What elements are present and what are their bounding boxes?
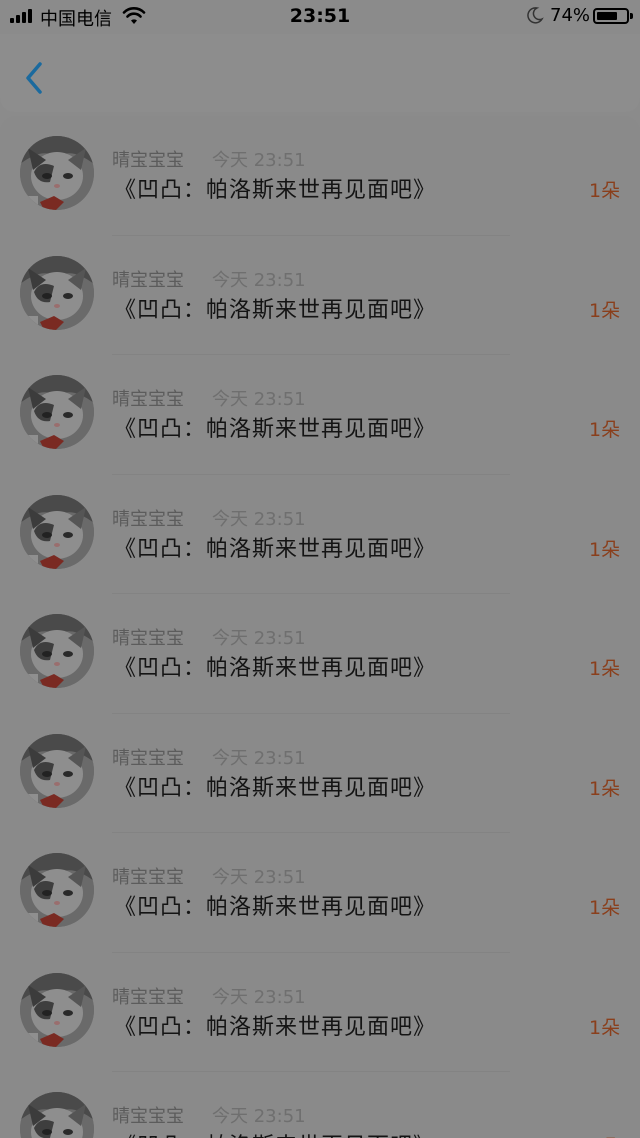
sender-name: 晴宝宝宝 [112, 867, 184, 888]
work-title: 《凹凸：帕洛斯来世再见面吧》 [114, 1014, 437, 1040]
timestamp: 今天 23:51 [212, 867, 306, 888]
sender-name: 晴宝宝宝 [112, 986, 184, 1008]
timestamp: 今天 23:51 [212, 1106, 306, 1127]
gift-count: 1朵 [589, 1132, 620, 1138]
sender-name: 晴宝宝宝 [112, 508, 184, 530]
work-title: 《凹凸：帕洛斯来世再见面吧》 [114, 656, 437, 681]
gift-count: 1朵 [589, 1016, 621, 1039]
battery-icon [593, 8, 633, 24]
work-title: 《凹凸：帕洛斯来世再见面吧》 [114, 297, 437, 323]
work-title: 《凹凸：帕洛斯来世再见面吧》 [114, 536, 437, 562]
list-item[interactable]: 晴宝宝宝 今天 23:51 《凹凸：帕洛斯来世再见面吧》 1朵 [0, 116, 640, 236]
sender-name: 晴宝宝宝 [112, 150, 184, 171]
gift-count: 1朵 [589, 658, 621, 680]
screen: 中国电信 23:51 74% 晴宝宝宝 今天 23:51 《凹凸：帕洛斯来世再见面吧… [0, 0, 640, 1138]
sender-name: 晴宝宝宝 [112, 389, 184, 410]
list-item[interactable]: 晴宝宝宝 今天 23:51 《凹凸：帕洛斯来世再见面吧》 1朵 [0, 594, 640, 714]
status-bar: 中国电信 23:51 74% [0, 0, 640, 34]
list-item[interactable]: 晴宝宝宝 今天 23:51 《凹凸：帕洛斯来世再见面吧》 1朵 [0, 833, 640, 953]
gift-record-list: 晴宝宝宝 今天 23:51 《凹凸：帕洛斯来世再见面吧》 1朵 晴宝宝宝 今天 23:51… [0, 116, 640, 1138]
avatar[interactable] [20, 136, 94, 210]
gift-count: 1朵 [589, 777, 621, 800]
sender-name: 晴宝宝宝 [112, 1106, 184, 1127]
battery-percentage: 74% [550, 5, 591, 26]
avatar[interactable] [20, 1092, 94, 1138]
gift-count: 1朵 [589, 897, 621, 919]
chevron-left-icon [26, 62, 42, 94]
timestamp: 今天 23:51 [212, 269, 306, 291]
list-item[interactable]: 晴宝宝宝 今天 23:51 《凹凸：帕洛斯来世再见面吧》 1朵 [0, 953, 640, 1072]
sender-name: 晴宝宝宝 [112, 747, 184, 769]
timestamp: 今天 23:51 [212, 747, 306, 769]
work-title: 《凹凸：帕洛斯来世再见面吧》 [114, 895, 437, 920]
sender-name: 晴宝宝宝 [112, 628, 184, 649]
sender-name: 晴宝宝宝 [112, 269, 184, 291]
gift-count: 1朵 [589, 180, 621, 202]
list-item[interactable]: 晴宝宝宝 今天 23:51《凹凸：帕洛斯来世再见面吧》 1朵 [0, 1072, 640, 1138]
avatar[interactable] [20, 972, 94, 1047]
work-title: 《凹凸：帕洛斯来世再见面吧》 [114, 775, 437, 801]
avatar[interactable] [20, 853, 94, 927]
avatar[interactable] [20, 614, 94, 688]
back-button[interactable] [18, 58, 50, 98]
list-item[interactable]: 晴宝宝宝 今天 23:51 《凹凸：帕洛斯来世再见面吧》 1朵 [0, 714, 640, 833]
work-title: 《凹凸：帕洛斯来世再见面吧》 [114, 417, 437, 442]
battery-nub [630, 13, 633, 19]
battery-fill [597, 12, 617, 20]
work-title: 《凹凸：帕洛斯来世再见面吧》 [114, 1128, 436, 1138]
list-item[interactable]: 晴宝宝宝 今天 23:51 《凹凸：帕洛斯来世再见面吧》 1朵 [0, 355, 640, 475]
timestamp: 今天 23:51 [212, 389, 306, 410]
do-not-disturb-moon-icon [527, 7, 544, 24]
gift-count: 1朵 [589, 538, 621, 561]
timestamp: 今天 23:51 [212, 150, 306, 171]
avatar[interactable] [20, 255, 94, 330]
work-title: 《凹凸：帕洛斯来世再见面吧》 [114, 178, 437, 203]
nav-bar [0, 34, 640, 112]
avatar[interactable] [20, 733, 94, 808]
avatar[interactable] [20, 375, 94, 449]
gift-count: 1朵 [589, 299, 621, 322]
list-item[interactable]: 晴宝宝宝 今天 23:51 《凹凸：帕洛斯来世再见面吧》 1朵 [0, 236, 640, 355]
timestamp: 今天 23:51 [212, 986, 306, 1008]
list-item[interactable]: 晴宝宝宝 今天 23:51 《凹凸：帕洛斯来世再见面吧》 1朵 [0, 475, 640, 594]
timestamp: 今天 23:51 [212, 508, 306, 530]
clock: 23:51 [289, 5, 351, 27]
timestamp: 今天 23:51 [212, 628, 306, 649]
gift-count: 1朵 [589, 419, 621, 441]
avatar[interactable] [20, 494, 94, 569]
